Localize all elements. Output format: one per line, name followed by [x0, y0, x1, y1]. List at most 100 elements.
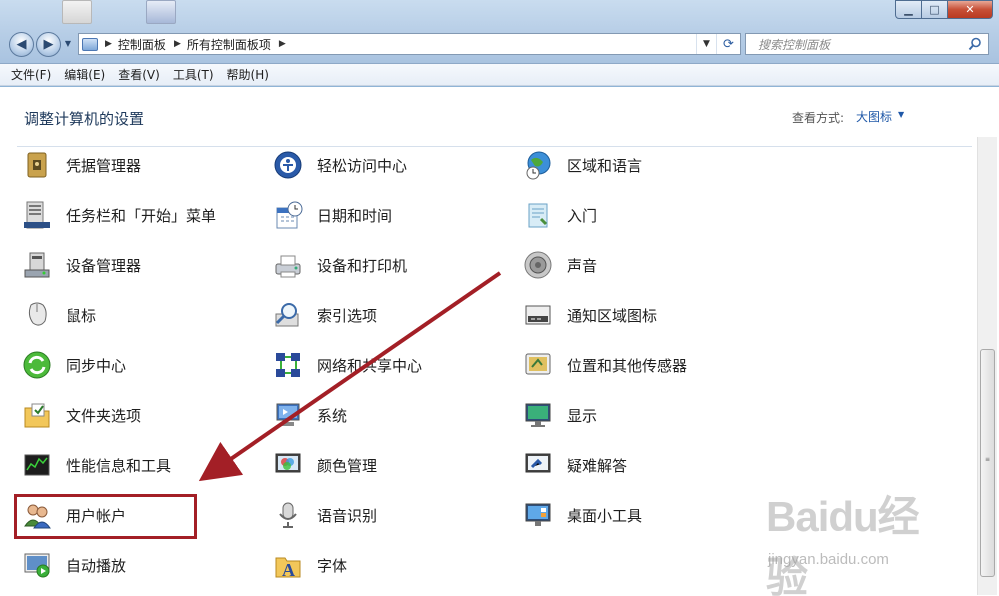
baidu-watermark: Baidu经验 jingyan.baidu.com — [766, 483, 952, 596]
control-panel-item-label: 颜色管理 — [317, 456, 378, 475]
control-panel-item[interactable]: 颜色管理 — [273, 445, 377, 485]
control-panel-item[interactable]: 网络和共享中心 — [273, 345, 422, 385]
breadcrumb-separator-icon[interactable]: ▶ — [279, 39, 286, 49]
control-panel-item[interactable]: A 字体 — [273, 545, 347, 585]
date-time-icon — [276, 201, 303, 229]
control-panel-item[interactable]: 声音 — [523, 245, 597, 285]
devices-printers-icon — [275, 255, 301, 278]
control-panel-item[interactable]: 语音识别 — [273, 495, 377, 535]
recent-pages-dropdown[interactable]: ▼ — [63, 37, 73, 51]
indexing-options-icon — [275, 303, 299, 327]
menu-edit[interactable]: 编辑(E) — [64, 66, 105, 83]
control-panel-item[interactable]: 显示 — [523, 395, 597, 435]
control-panel-item[interactable]: 文件夹选项 — [22, 395, 141, 435]
control-panel-item[interactable]: 桌面小工具 — [523, 495, 642, 535]
location-sensors-icon — [525, 353, 551, 375]
back-button[interactable]: ◀ — [9, 32, 34, 57]
control-panel-item-label: 凭据管理器 — [66, 156, 142, 175]
forward-button[interactable]: ▶ — [36, 32, 61, 57]
desktop-icon[interactable] — [146, 0, 176, 24]
control-panel-item-label: 疑难解答 — [567, 456, 628, 475]
control-panel-item[interactable]: 通知区域图标 — [523, 295, 657, 335]
fonts-icon: A — [275, 557, 301, 580]
autoplay-icon — [24, 553, 50, 578]
breadcrumb-separator-icon[interactable]: ▶ — [174, 39, 181, 49]
menu-file[interactable]: 文件(F) — [11, 66, 51, 83]
chevron-down-icon[interactable]: ▼ — [696, 34, 716, 54]
control-panel-item[interactable]: 同步中心 — [22, 345, 126, 385]
system-icon — [276, 403, 300, 426]
search-placeholder: 搜索控制面板 — [758, 37, 831, 52]
notification-area-icon — [525, 305, 551, 325]
search-icon[interactable] — [968, 37, 982, 51]
control-panel-item-label: 设备和打印机 — [317, 256, 408, 275]
speech-recognition-icon — [279, 502, 297, 528]
desktop-icon[interactable] — [62, 0, 92, 24]
close-button[interactable]: ✕ — [948, 0, 993, 19]
control-panel-item-label: 入门 — [567, 206, 598, 225]
control-panel-item[interactable]: 设备和打印机 — [273, 245, 407, 285]
svg-text:A: A — [282, 560, 295, 580]
sound-icon — [524, 251, 552, 279]
menu-bar: 文件(F) 编辑(E) 查看(V) 工具(T) 帮助(H) — [0, 64, 999, 86]
control-panel-item-label: 鼠标 — [66, 306, 97, 325]
breadcrumb-control-panel[interactable]: 控制面板 — [118, 36, 166, 53]
control-panel-icon — [82, 37, 98, 51]
menu-view[interactable]: 查看(V) — [118, 66, 160, 83]
arrow-right-icon: ▶ — [43, 37, 54, 52]
grip-icon: ≡ — [985, 456, 991, 463]
color-management-icon — [275, 453, 301, 473]
arrow-left-icon: ◀ — [16, 37, 27, 52]
breadcrumb-separator-icon[interactable]: ▶ — [105, 39, 112, 49]
control-panel-item-label: 通知区域图标 — [567, 306, 658, 325]
menu-tools[interactable]: 工具(T) — [173, 66, 214, 83]
chevron-down-icon[interactable]: ▼ — [898, 110, 904, 119]
window-title-bar: ▁ □ ✕ ◀ ▶ ▼ ▶ 控制面板 ▶ 所有控制面板项 ▶ ▼ ⟳ 搜索控制面… — [0, 0, 999, 64]
control-panel-item[interactable]: 轻松访问中心 — [273, 145, 407, 185]
watermark-logo: Baidu经验 — [766, 493, 920, 596]
performance-icon — [24, 454, 50, 476]
control-panel-item[interactable]: 入门 — [523, 195, 597, 235]
control-panel-item[interactable]: 凭据管理器 — [22, 145, 141, 185]
control-panel-item[interactable]: 位置和其他传感器 — [523, 345, 687, 385]
control-panel-item[interactable]: 区域和语言 — [523, 145, 642, 185]
maximize-button[interactable]: □ — [922, 0, 948, 19]
address-bar[interactable]: ▶ 控制面板 ▶ 所有控制面板项 ▶ ▼ ⟳ — [78, 33, 741, 55]
minimize-button[interactable]: ▁ — [895, 0, 922, 19]
control-panel-item-label: 网络和共享中心 — [317, 356, 423, 375]
mouse-icon — [28, 302, 47, 326]
device-manager-icon — [24, 252, 50, 278]
taskbar-start-menu-icon — [24, 201, 50, 229]
control-panel-item-label: 索引选项 — [317, 306, 378, 325]
control-panel-item-label: 同步中心 — [66, 356, 127, 375]
desktop-gadgets-icon — [525, 503, 551, 526]
network-sharing-icon — [276, 353, 300, 377]
control-panel-item-label: 显示 — [567, 406, 598, 425]
control-panel-item[interactable]: 任务栏和「开始」菜单 — [22, 195, 216, 235]
vertical-scrollbar[interactable]: ≡ — [977, 137, 997, 595]
control-panel-item-label: 自动播放 — [66, 556, 127, 575]
getting-started-icon — [528, 203, 548, 228]
menu-help[interactable]: 帮助(H) — [227, 66, 269, 83]
scrollbar-thumb[interactable]: ≡ — [980, 349, 995, 577]
control-panel-item[interactable]: 疑难解答 — [523, 445, 627, 485]
control-panel-item[interactable]: 鼠标 — [22, 295, 96, 335]
control-panel-item-label: 系统 — [317, 406, 348, 425]
control-panel-item[interactable]: 日期和时间 — [273, 195, 392, 235]
control-panel-item[interactable]: 设备管理器 — [22, 245, 141, 285]
control-panel-item[interactable]: 性能信息和工具 — [22, 445, 171, 485]
breadcrumb-all-items[interactable]: 所有控制面板项 — [187, 36, 271, 53]
control-panel-item[interactable]: 自动播放 — [22, 545, 126, 585]
control-panel-item-label: 字体 — [317, 556, 348, 575]
view-by-dropdown[interactable]: 大图标 — [856, 108, 892, 125]
divider — [17, 146, 972, 147]
control-panel-item[interactable]: 索引选项 — [273, 295, 377, 335]
control-panel-item-label: 日期和时间 — [317, 206, 393, 225]
control-panel-item-label: 性能信息和工具 — [66, 456, 172, 475]
refresh-icon[interactable]: ⟳ — [716, 34, 740, 54]
control-panel-item[interactable]: 系统 — [273, 395, 347, 435]
search-input[interactable]: 搜索控制面板 — [745, 33, 989, 55]
control-panel-item-label: 位置和其他传感器 — [567, 356, 688, 375]
region-language-icon — [526, 151, 551, 180]
credential-manager-icon — [27, 152, 47, 178]
